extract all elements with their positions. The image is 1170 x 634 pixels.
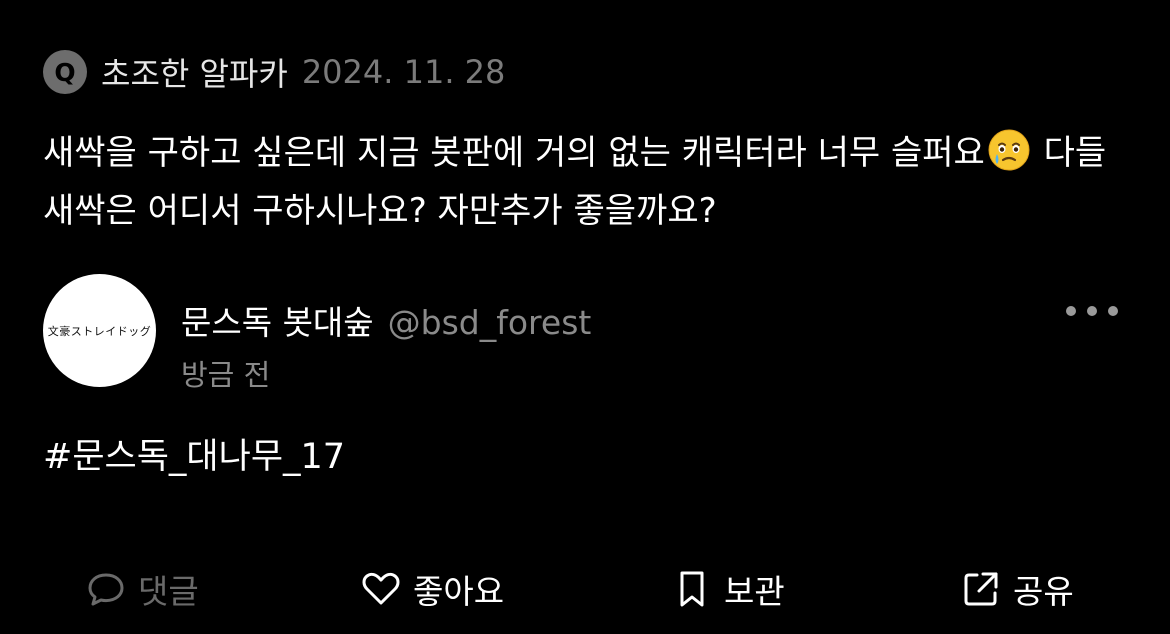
post-time: 방금 전 — [181, 358, 271, 392]
comment-label: 댓글 — [138, 572, 199, 611]
like-label: 좋아요 — [413, 572, 505, 611]
question-text-part-1: 새싹을 구하고 싶은데 지금 봇판에 거의 없는 캐릭터라 너무 슬퍼요 — [43, 133, 985, 173]
face-holding-back-tears-icon — [988, 129, 1030, 171]
bookmark-icon — [672, 569, 712, 609]
more-horizontal-icon — [1066, 306, 1076, 316]
account-name[interactable]: 문스독 봇대숲 — [181, 296, 374, 344]
comment-bubble-icon — [86, 569, 126, 609]
comment-button[interactable]: 댓글 — [86, 564, 199, 614]
more-options-button[interactable] — [1066, 298, 1118, 324]
save-label: 보관 — [724, 572, 785, 611]
hashtag-link[interactable]: #문스독_대나무_17 — [43, 428, 345, 479]
account-handle[interactable]: @bsd_forest — [388, 303, 592, 342]
heart-icon — [361, 569, 401, 609]
question-badge: Q — [43, 50, 87, 94]
save-button[interactable]: 보관 — [672, 564, 785, 614]
question-text: 새싹을 구하고 싶은데 지금 봇판에 거의 없는 캐릭터라 너무 슬퍼요 다들 … — [43, 124, 1138, 240]
share-label: 공유 — [1013, 572, 1074, 611]
question-header: Q 초조한 알파카 2024. 11. 28 — [43, 50, 505, 94]
like-button[interactable]: 좋아요 — [361, 564, 504, 614]
question-date: 2024. 11. 28 — [301, 53, 506, 91]
share-icon — [961, 569, 1001, 609]
avatar-logo-text: 文豪ストレイドッグ — [47, 324, 152, 338]
asker-name[interactable]: 초조한 알파카 — [101, 49, 288, 95]
more-dot — [1087, 306, 1097, 316]
more-dot — [1108, 306, 1118, 316]
account-line: 문스독 봇대숲 @bsd_forest — [181, 296, 591, 344]
avatar[interactable]: 文豪ストレイドッグ — [43, 274, 156, 387]
share-button[interactable]: 공유 — [961, 564, 1074, 614]
